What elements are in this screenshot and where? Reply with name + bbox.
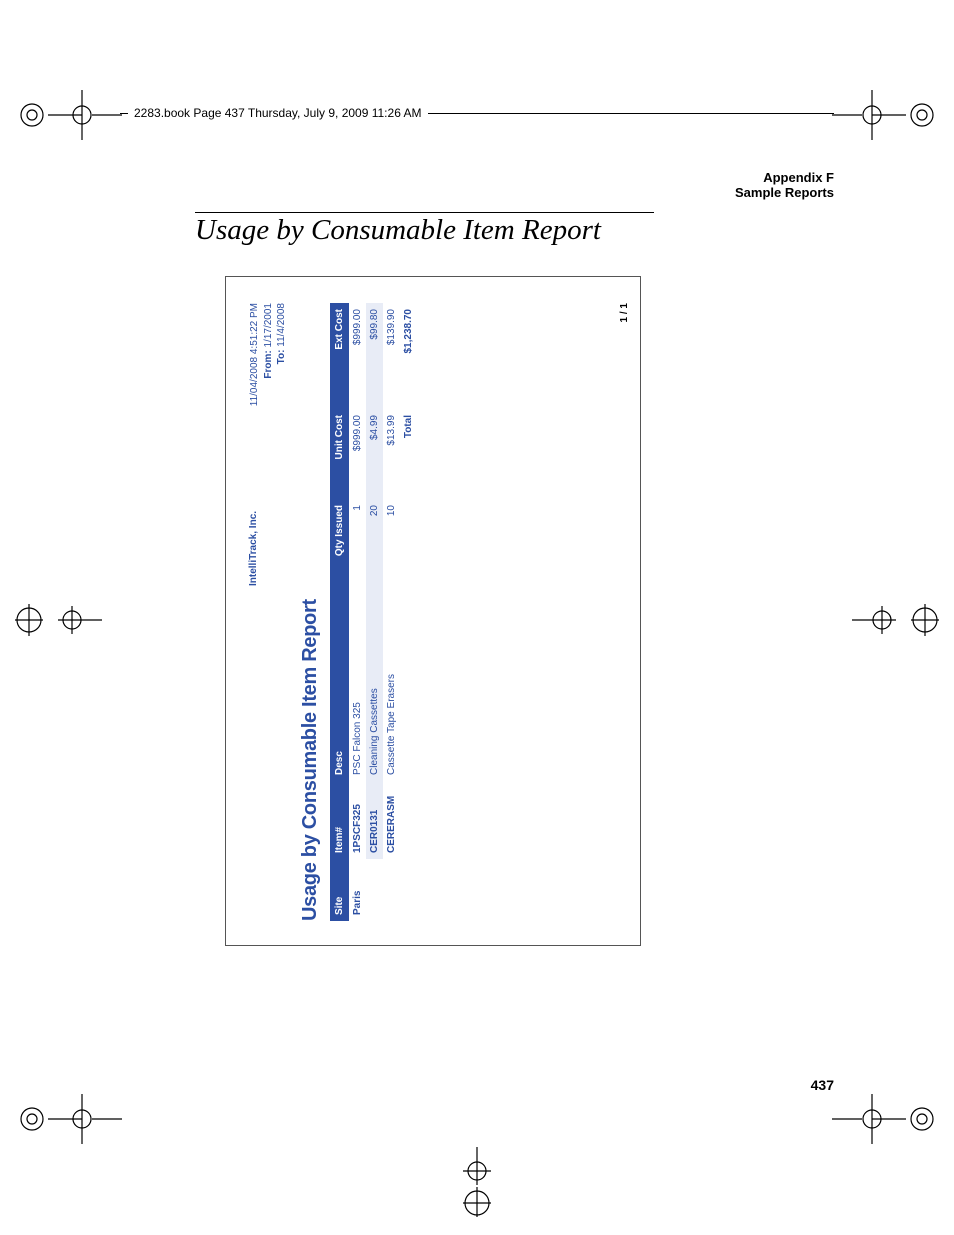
table-row: Paris 1PSCF325 PSC Falcon 325 1 $999.00 …: [349, 303, 366, 921]
cropmark-bottom-center: [457, 1147, 497, 1217]
page-number: 437: [811, 1077, 834, 1093]
cropmark-mid-left: [12, 600, 102, 640]
table-row: CERERASM Cassette Tape Erasers 10 $13.99…: [383, 303, 400, 921]
cell-item: CER0131: [366, 781, 383, 859]
cell-site: Paris: [349, 859, 417, 921]
cell-ext: $999.00: [349, 303, 366, 409]
report-to-label: To:: [276, 350, 287, 365]
report-page-indicator: 1 / 1: [619, 303, 630, 322]
cropmark-bottom-right: [832, 1092, 942, 1147]
cell-desc: Cassette Tape Erasers: [383, 573, 400, 781]
cell-qty: 20: [366, 499, 383, 573]
appendix-line-2: Sample Reports: [735, 185, 834, 200]
cell-qty: 1: [349, 499, 366, 573]
report-meta: 11/04/2008 4:51:22 PM From: 1/17/2001 To…: [248, 303, 289, 406]
appendix-header: Appendix F Sample Reports: [735, 170, 834, 200]
cropmark-top-right: [832, 88, 942, 143]
total-label: Total: [400, 409, 417, 499]
report-company: IntelliTrack, Inc.: [248, 511, 259, 586]
running-header: 2283.book Page 437 Thursday, July 9, 200…: [128, 105, 428, 121]
cropmark-mid-right: [852, 600, 942, 640]
col-ext: Ext Cost: [330, 303, 349, 409]
section-rule: [195, 212, 654, 213]
table-header-row: Site Item# Desc Qty Issued Unit Cost Ext…: [330, 303, 349, 921]
col-desc: Desc: [330, 573, 349, 781]
report-title: Usage by Consumable Item Report: [299, 303, 322, 921]
table-row: CER0131 Cleaning Cassettes 20 $4.99 $99.…: [366, 303, 383, 921]
col-unit: Unit Cost: [330, 409, 349, 499]
cell-unit: $4.99: [366, 409, 383, 499]
report-to-value: 11/4/2008: [276, 303, 287, 347]
report-table: Site Item# Desc Qty Issued Unit Cost Ext…: [330, 303, 417, 921]
col-site: Site: [330, 859, 349, 921]
cell-desc: PSC Falcon 325: [349, 573, 366, 781]
cell-item: 1PSCF325: [349, 781, 366, 859]
report-page: IntelliTrack, Inc. 11/04/2008 4:51:22 PM…: [226, 277, 641, 946]
report-screenshot: IntelliTrack, Inc. 11/04/2008 4:51:22 PM…: [225, 276, 641, 946]
appendix-line-1: Appendix F: [735, 170, 834, 185]
cell-unit: $999.00: [349, 409, 366, 499]
report-timestamp: 11/04/2008 4:51:22 PM: [248, 303, 262, 406]
cell-qty: 10: [383, 499, 400, 573]
cell-item: CERERASM: [383, 781, 400, 859]
section-title: Usage by Consumable Item Report: [195, 214, 601, 247]
cropmark-top-left: [12, 88, 122, 143]
cropmark-bottom-left: [12, 1092, 122, 1147]
cell-desc: Cleaning Cassettes: [366, 573, 383, 781]
col-qty: Qty Issued: [330, 499, 349, 573]
col-item: Item#: [330, 781, 349, 859]
total-value: $1,238.70: [400, 303, 417, 409]
report-from-label: From:: [263, 350, 274, 378]
cell-unit: $13.99: [383, 409, 400, 499]
table-total-row: Total $1,238.70: [400, 303, 417, 921]
cell-ext: $99.80: [366, 303, 383, 409]
cell-ext: $139.90: [383, 303, 400, 409]
report-from-value: 1/17/2001: [263, 303, 274, 348]
